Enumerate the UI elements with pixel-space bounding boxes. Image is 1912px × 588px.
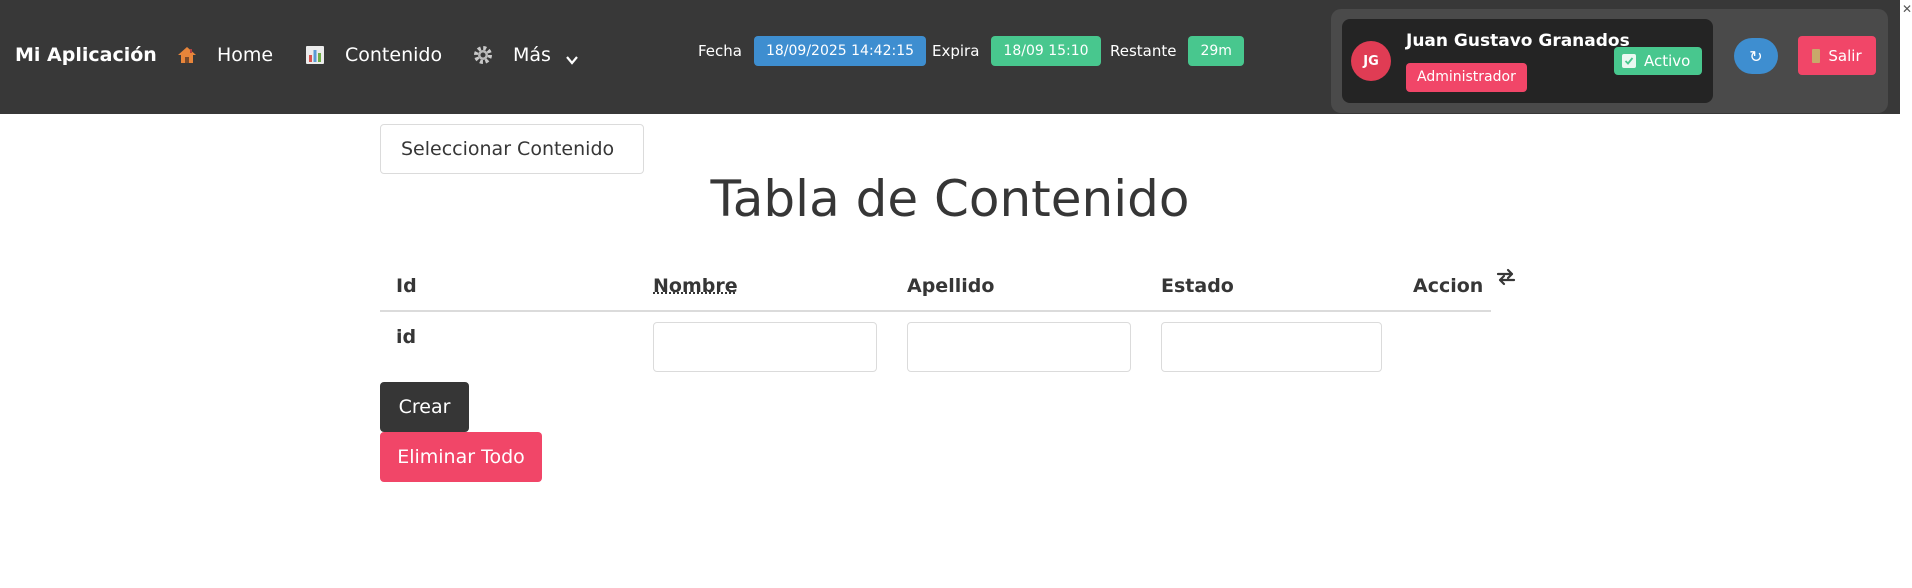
session-expiry: Expira 18/09 15:10	[932, 36, 1101, 66]
status-badge: Activo	[1614, 47, 1703, 75]
column-header-id: Id	[396, 275, 417, 297]
apellido-input[interactable]	[907, 322, 1131, 372]
delete-all-button[interactable]: Eliminar Todo	[380, 432, 542, 482]
column-header-estado: Estado	[1161, 275, 1234, 297]
column-header-apellido: Apellido	[907, 275, 995, 297]
fecha-label: Fecha	[698, 42, 742, 60]
estado-input[interactable]	[1161, 322, 1382, 372]
column-header-nombre[interactable]: Nombre	[653, 275, 738, 297]
status-label: Activo	[1644, 52, 1691, 70]
new-row-id-cell: id	[396, 326, 417, 348]
select-content-button[interactable]: Seleccionar Contenido	[380, 124, 644, 174]
swap-icon[interactable]	[1494, 265, 1518, 289]
restante-value-tag: 29m	[1188, 36, 1244, 66]
check-icon	[1622, 54, 1636, 68]
nav-contenido[interactable]: Contenido	[305, 44, 442, 66]
close-icon[interactable]: ✕	[1902, 2, 1912, 16]
expira-label: Expira	[932, 42, 980, 60]
house-icon	[177, 45, 197, 65]
expira-value-tag: 18/09 15:10	[991, 36, 1101, 66]
avatar[interactable]: JG	[1351, 41, 1391, 81]
table-header: Id Nombre Apellido Estado Accion	[380, 270, 1491, 312]
fecha-value-tag: 18/09/2025 14:42:15	[753, 36, 927, 66]
door-icon	[1812, 48, 1821, 63]
nav-mas-label: Más	[513, 44, 551, 66]
scrollbar[interactable]	[1900, 0, 1912, 588]
logout-label: Salir	[1828, 46, 1862, 65]
logout-button[interactable]: Salir	[1798, 36, 1876, 75]
restante-label: Restante	[1110, 42, 1177, 60]
user-name: Juan Gustavo Granados	[1406, 31, 1630, 51]
chevron-down-icon	[565, 49, 578, 65]
column-header-accion: Accion	[1413, 275, 1484, 297]
nombre-input[interactable]	[653, 322, 877, 372]
nav-contenido-label: Contenido	[345, 44, 443, 66]
role-badge: Administrador	[1406, 63, 1527, 92]
nav-home[interactable]: Home	[177, 44, 273, 66]
brand-logo[interactable]: Mi Aplicación	[15, 44, 157, 66]
page-title: Tabla de Contenido	[710, 170, 1190, 228]
nav-home-label: Home	[217, 44, 274, 66]
gear-icon	[473, 45, 493, 65]
nav-mas-dropdown[interactable]: Más	[473, 44, 578, 66]
session-remaining: Restante 29m	[1110, 36, 1244, 66]
create-button[interactable]: Crear	[380, 382, 469, 432]
refresh-session-button[interactable]: ↻	[1734, 38, 1778, 74]
bar-chart-icon	[305, 45, 325, 65]
session-date: Fecha 18/09/2025 14:42:15	[698, 36, 927, 66]
